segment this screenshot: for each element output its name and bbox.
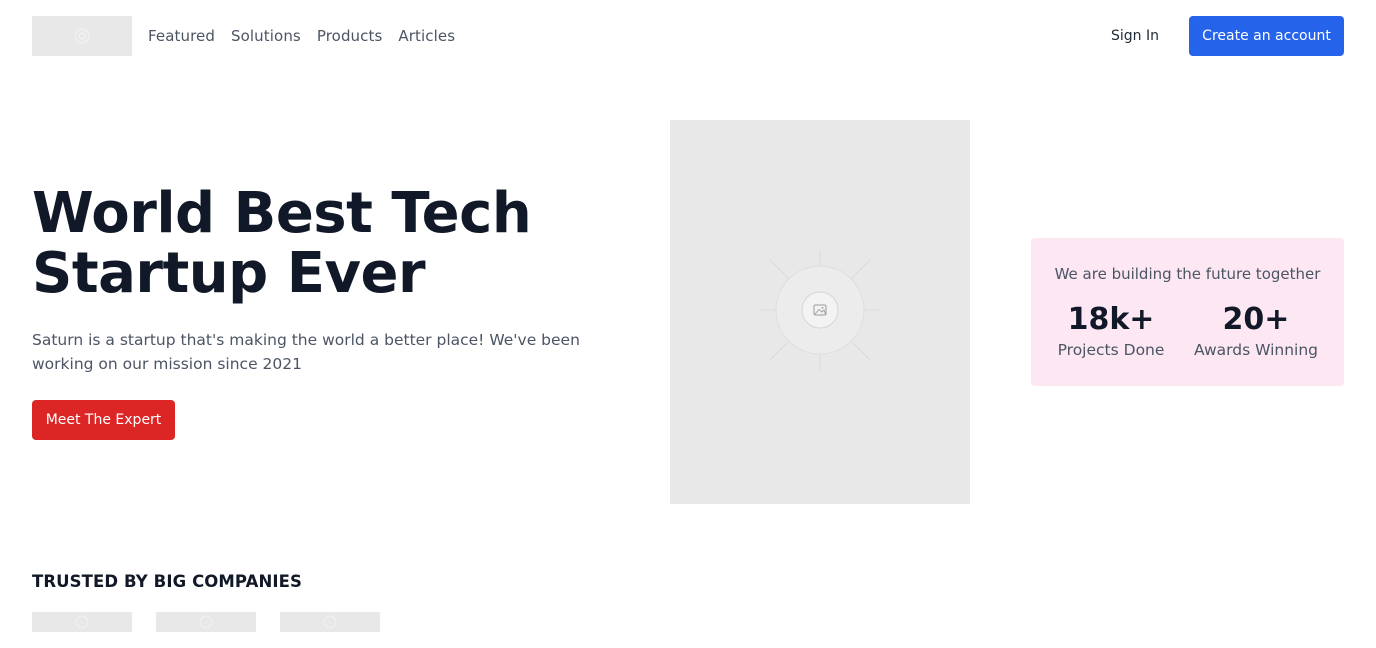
stat-label: Awards Winning [1194, 341, 1318, 359]
image-placeholder-icon [760, 250, 880, 370]
stat-projects: 18k+ Projects Done [1049, 302, 1173, 361]
hero-title-line-2: Startup Ever [32, 241, 426, 306]
nav-link-articles[interactable]: Articles [398, 24, 455, 48]
logo-placeholder-icon [199, 615, 213, 629]
meet-the-expert-button[interactable]: Meet The Expert [32, 400, 175, 440]
stat-value: 20+ [1222, 302, 1290, 337]
hero-title-line-1: World Best Tech [32, 181, 532, 246]
logo-placeholder-icon [75, 615, 89, 629]
company-logo [156, 612, 256, 632]
nav-link-solutions[interactable]: Solutions [231, 24, 301, 48]
hero-description: Saturn is a startup that's making the wo… [32, 331, 580, 373]
stats-card: We are building the future together 18k+… [1031, 238, 1344, 386]
company-logo [32, 612, 132, 632]
sign-in-button[interactable]: Sign In [1096, 16, 1174, 56]
stat-value: 18k+ [1067, 302, 1155, 337]
nav-link-featured[interactable]: Featured [148, 24, 215, 48]
logo-placeholder-icon [323, 615, 337, 629]
trusted-title: TRUSTED BY BIG COMPANIES [32, 572, 302, 591]
logo-placeholder-icon [74, 28, 90, 44]
stat-label: Projects Done [1057, 341, 1165, 359]
stats-caption: We are building the future together [1054, 265, 1321, 283]
stat-awards: 20+ Awards Winning [1191, 302, 1321, 361]
create-account-button[interactable]: Create an account [1189, 16, 1344, 56]
logo[interactable] [32, 16, 132, 56]
company-logo [280, 612, 380, 632]
hero-title: World Best Tech Startup Ever [32, 184, 632, 304]
nav-link-products[interactable]: Products [317, 24, 383, 48]
hero-image [670, 120, 970, 504]
page: Featured Solutions Products Articles Sig… [0, 0, 1376, 648]
main-nav: Featured Solutions Products Articles [148, 24, 471, 48]
site-header: Featured Solutions Products Articles Sig… [0, 0, 1376, 72]
